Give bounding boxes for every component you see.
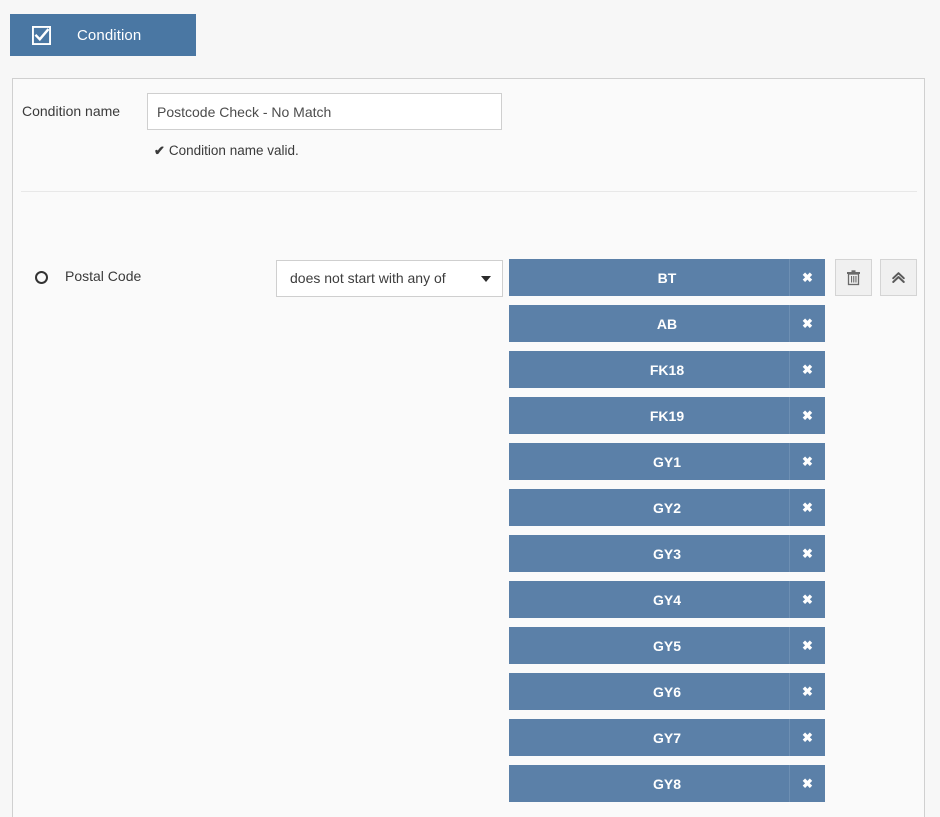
tag-item[interactable]: GY4 ✖ [509,581,825,618]
condition-name-label: Condition name [22,103,121,119]
condition-panel: Condition name ✔Condition name valid. Po… [12,78,925,817]
tag-remove-icon[interactable]: ✖ [789,397,825,434]
tag-item[interactable]: FK18 ✖ [509,351,825,388]
tag-item-label: FK18 [649,361,685,378]
tag-item-label: GY4 [652,591,681,608]
tag-remove-icon[interactable]: ✖ [789,627,825,664]
operator-select-value: does not start with any of [290,270,446,286]
tag-item[interactable]: FK19 ✖ [509,397,825,434]
validation-text: Condition name valid. [168,143,299,158]
tag-item-label: AB [656,315,678,332]
tag-remove-icon[interactable]: ✖ [789,719,825,756]
tag-remove-icon[interactable]: ✖ [789,443,825,480]
tag-item-label: GY2 [652,499,681,516]
tag-list: BT ✖ AB ✖ FK18 ✖ FK19 ✖ GY1 ✖ GY2 ✖ GY3 ✖ GY4 ✖ GY5 ✖ GY6 ✖… [509,259,827,811]
tag-remove-icon[interactable]: ✖ [789,765,825,802]
tag-item-label: GY8 [652,775,681,792]
rule-field-label: Postal Code [65,268,142,284]
tag-item-label: BT [657,269,677,286]
tag-remove-icon[interactable]: ✖ [789,673,825,710]
check-icon: ✔ [154,143,165,158]
tag-item[interactable]: GY3 ✖ [509,535,825,572]
operator-select[interactable]: does not start with any of [276,260,503,297]
tag-remove-icon[interactable]: ✖ [789,351,825,388]
section-divider [21,191,917,192]
tag-item[interactable]: GY6 ✖ [509,673,825,710]
radio-unselected-icon[interactable] [35,271,48,284]
condition-name-row: Condition name [13,93,924,133]
tag-item[interactable]: GY5 ✖ [509,627,825,664]
delete-rule-button[interactable] [835,259,872,296]
double-chevron-up-icon [892,272,905,283]
tag-remove-icon[interactable]: ✖ [789,305,825,342]
collapse-rule-button[interactable] [880,259,917,296]
tag-item[interactable]: GY8 ✖ [509,765,825,802]
tag-remove-icon[interactable]: ✖ [789,259,825,296]
tab-condition-label: Condition [77,26,142,44]
chevron-down-icon [481,276,491,282]
tag-item-label: GY1 [652,453,681,470]
tab-condition[interactable]: Condition [10,14,196,56]
tag-remove-icon[interactable]: ✖ [789,489,825,526]
tag-item-label: GY6 [652,683,681,700]
tag-item-label: FK19 [649,407,685,424]
trash-icon [847,269,860,285]
tag-item[interactable]: GY2 ✖ [509,489,825,526]
tag-item-label: GY7 [652,729,681,746]
tag-item[interactable]: GY7 ✖ [509,719,825,756]
tag-item-label: GY5 [652,637,681,654]
tag-remove-icon[interactable]: ✖ [789,581,825,618]
tag-item[interactable]: GY1 ✖ [509,443,825,480]
condition-name-input[interactable] [147,93,502,130]
rule-actions [835,259,917,296]
tag-item[interactable]: BT ✖ [509,259,825,296]
tag-item-label: GY3 [652,545,681,562]
tab-bar: Condition [0,0,940,68]
tag-remove-icon[interactable]: ✖ [789,535,825,572]
tag-item[interactable]: AB ✖ [509,305,825,342]
validation-message: ✔ Condition name valid. [154,143,299,159]
checked-checkbox-icon [32,25,51,45]
